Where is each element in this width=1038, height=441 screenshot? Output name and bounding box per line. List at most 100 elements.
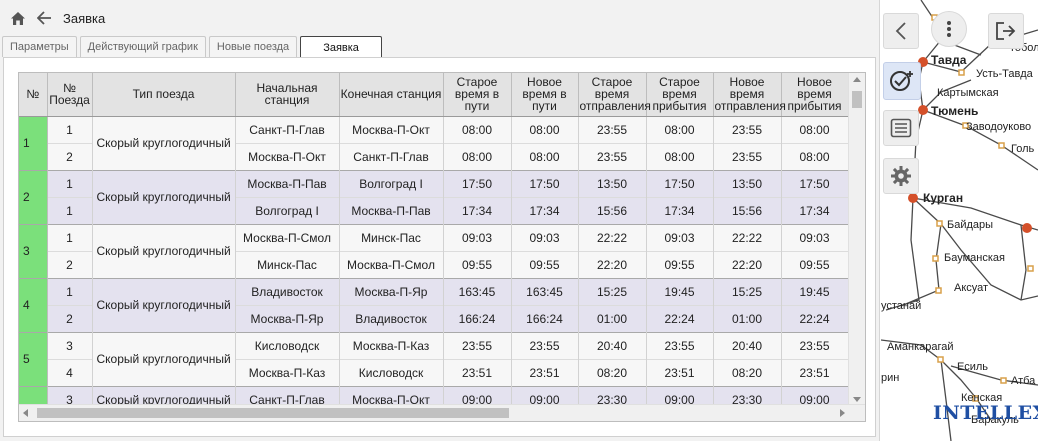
- new-departure-cell[interactable]: 01:00: [713, 304, 782, 332]
- new-departure-cell[interactable]: 23:55: [713, 115, 782, 143]
- new-arrival-cell[interactable]: 23:51: [781, 358, 849, 386]
- new-arrival-cell[interactable]: 08:00: [781, 115, 849, 143]
- start-station-cell[interactable]: Москва-П-Пав: [235, 169, 340, 197]
- table-row[interactable]: 4 1 Скорый круглогодичный Владивосток Москва…: [19, 277, 849, 332]
- new-departure-cell[interactable]: 15:25: [713, 277, 782, 305]
- start-station-cell[interactable]: Минск-Пас: [235, 250, 340, 278]
- table-row[interactable]: 3 1 Скорый круглогодичный Москва-П-Смол Минс…: [19, 223, 849, 278]
- new-travel-time-cell[interactable]: 23:51: [511, 358, 579, 386]
- train-no-cell[interactable]: 4: [47, 358, 93, 386]
- train-type-cell[interactable]: Скорый круглогодичный: [92, 115, 236, 170]
- end-station-cell[interactable]: Санкт-П-Глав: [339, 142, 444, 170]
- old-travel-time-cell[interactable]: 23:51: [443, 358, 512, 386]
- horizontal-scrollbar[interactable]: [19, 404, 865, 421]
- old-departure-cell[interactable]: 23:55: [578, 115, 647, 143]
- train-no-cell[interactable]: 2: [47, 142, 93, 170]
- col-header-end-station[interactable]: Конечная станция: [339, 73, 444, 117]
- old-travel-time-cell[interactable]: 09:55: [443, 250, 512, 278]
- end-station-cell[interactable]: Москва-П-Пав: [339, 196, 444, 224]
- old-arrival-cell[interactable]: 23:51: [646, 358, 714, 386]
- old-departure-cell[interactable]: 23:55: [578, 142, 647, 170]
- scroll-down-icon[interactable]: [853, 397, 861, 402]
- collapse-panel-button[interactable]: [883, 13, 919, 49]
- old-arrival-cell[interactable]: 09:55: [646, 250, 714, 278]
- train-no-cell[interactable]: 3: [47, 331, 93, 359]
- old-arrival-cell[interactable]: 09:03: [646, 223, 714, 251]
- old-arrival-cell[interactable]: 17:34: [646, 196, 714, 224]
- old-travel-time-cell[interactable]: 166:24: [443, 304, 512, 332]
- old-departure-cell[interactable]: 08:20: [578, 358, 647, 386]
- row-number-cell[interactable]: 3: [19, 223, 48, 278]
- train-type-cell[interactable]: Скорый круглогодичный: [92, 169, 236, 224]
- more-menu-button[interactable]: [931, 11, 967, 47]
- old-departure-cell[interactable]: 01:00: [578, 304, 647, 332]
- train-no-cell[interactable]: 1: [47, 223, 93, 251]
- col-header-old-arrival[interactable]: Старое время прибытия: [646, 73, 714, 117]
- table-row[interactable]: 1 1 Скорый круглогодичный Санкт-П-Глав Москв…: [19, 115, 849, 170]
- table-row[interactable]: 5 3 Скорый круглогодичный Кисловодск Москва-…: [19, 331, 849, 386]
- old-departure-cell[interactable]: 22:20: [578, 250, 647, 278]
- scroll-left-icon[interactable]: [23, 409, 28, 417]
- end-station-cell[interactable]: Москва-П-Каз: [339, 331, 444, 359]
- start-station-cell[interactable]: Кисловодск: [235, 331, 340, 359]
- col-header-old-travel-time[interactable]: Старое время в пути: [443, 73, 512, 117]
- start-station-cell[interactable]: Москва-П-Смол: [235, 223, 340, 251]
- tab-new-trains[interactable]: Новые поезда: [208, 36, 298, 57]
- new-departure-cell[interactable]: 13:50: [713, 169, 782, 197]
- old-travel-time-cell[interactable]: 08:00: [443, 115, 512, 143]
- start-station-cell[interactable]: Москва-П-Окт: [235, 142, 340, 170]
- start-station-cell[interactable]: Владивосток: [235, 277, 340, 305]
- old-arrival-cell[interactable]: 08:00: [646, 142, 714, 170]
- old-travel-time-cell[interactable]: 08:00: [443, 142, 512, 170]
- end-station-cell[interactable]: Москва-П-Яр: [339, 277, 444, 305]
- end-station-cell[interactable]: Кисловодск: [339, 358, 444, 386]
- row-number-cell[interactable]: 1: [19, 115, 48, 170]
- new-arrival-cell[interactable]: 09:03: [781, 223, 849, 251]
- row-number-cell[interactable]: 2: [19, 169, 48, 224]
- train-no-cell[interactable]: 1: [47, 115, 93, 143]
- col-header-new-travel-time[interactable]: Новое время в пути: [511, 73, 579, 117]
- new-departure-cell[interactable]: 15:56: [713, 196, 782, 224]
- old-travel-time-cell[interactable]: 17:34: [443, 196, 512, 224]
- new-travel-time-cell[interactable]: 23:55: [511, 331, 579, 359]
- old-arrival-cell[interactable]: 22:24: [646, 304, 714, 332]
- old-arrival-cell[interactable]: 17:50: [646, 169, 714, 197]
- new-arrival-cell[interactable]: 19:45: [781, 277, 849, 305]
- train-no-cell[interactable]: 1: [47, 277, 93, 305]
- end-station-cell[interactable]: Волгоград I: [339, 169, 444, 197]
- logout-button[interactable]: [988, 13, 1024, 49]
- old-arrival-cell[interactable]: 23:55: [646, 331, 714, 359]
- request-check-button[interactable]: [883, 62, 921, 100]
- new-arrival-cell[interactable]: 22:24: [781, 304, 849, 332]
- list-view-button[interactable]: [883, 110, 919, 146]
- settings-button[interactable]: [883, 158, 919, 194]
- new-travel-time-cell[interactable]: 17:50: [511, 169, 579, 197]
- end-station-cell[interactable]: Минск-Пас: [339, 223, 444, 251]
- new-arrival-cell[interactable]: 17:34: [781, 196, 849, 224]
- train-no-cell[interactable]: 1: [47, 169, 93, 197]
- train-type-cell[interactable]: Скорый круглогодичный: [92, 331, 236, 386]
- col-header-train-no[interactable]: № Поезда: [47, 73, 93, 117]
- new-departure-cell[interactable]: 23:55: [713, 142, 782, 170]
- scroll-right-icon[interactable]: [840, 409, 845, 417]
- end-station-cell[interactable]: Москва-П-Окт: [339, 115, 444, 143]
- new-travel-time-cell[interactable]: 163:45: [511, 277, 579, 305]
- train-no-cell[interactable]: 2: [47, 250, 93, 278]
- vertical-scroll-thumb[interactable]: [852, 91, 862, 108]
- start-station-cell[interactable]: Волгоград I: [235, 196, 340, 224]
- tab-parameters[interactable]: Параметры: [2, 36, 77, 57]
- old-travel-time-cell[interactable]: 17:50: [443, 169, 512, 197]
- new-travel-time-cell[interactable]: 09:03: [511, 223, 579, 251]
- col-header-old-departure[interactable]: Старое время отправления: [578, 73, 651, 117]
- col-header-new-departure[interactable]: Новое время отправления: [713, 73, 786, 117]
- new-arrival-cell[interactable]: 17:50: [781, 169, 849, 197]
- old-arrival-cell[interactable]: 19:45: [646, 277, 714, 305]
- new-travel-time-cell[interactable]: 08:00: [511, 142, 579, 170]
- home-icon[interactable]: [9, 9, 27, 27]
- new-departure-cell[interactable]: 20:40: [713, 331, 782, 359]
- old-travel-time-cell[interactable]: 09:03: [443, 223, 512, 251]
- old-departure-cell[interactable]: 22:22: [578, 223, 647, 251]
- train-type-cell[interactable]: Скорый круглогодичный: [92, 223, 236, 278]
- new-travel-time-cell[interactable]: 09:55: [511, 250, 579, 278]
- row-number-cell[interactable]: 4: [19, 277, 48, 332]
